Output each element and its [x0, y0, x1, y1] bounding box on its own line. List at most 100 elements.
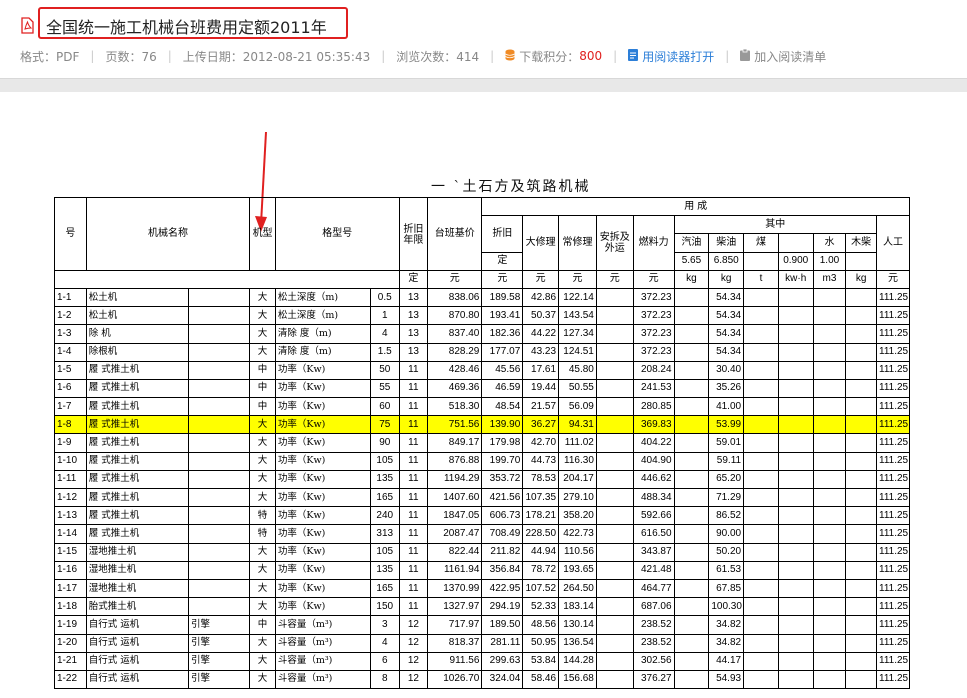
table-row: 1-7 履 式推土机 中功率（Kw) 60 11 518.30 48.54 21.57 56.0… [54, 397, 910, 417]
cell-machine-type: 大 [249, 324, 276, 344]
table-row: 1-2 松土机 大松土深度（m) 1 13 870.80 193.41 50.37 143.54… [54, 306, 910, 326]
cell-spec-label: 斗容量（m³) [274, 633, 371, 653]
cell-machine-name: 自行式 运机 [85, 633, 189, 653]
open-reader-link[interactable]: 用阅读器打开 [642, 48, 714, 65]
cell-firewood [845, 578, 878, 599]
table-header: 号 机械名称 机型 格型号 折旧年限 台班基价 用 成 折旧 大修理 常修理 安… [54, 196, 910, 289]
cell-fuel-cost: 238.52 [632, 615, 675, 635]
cell-machine-type: 中 [249, 360, 276, 380]
cell-regular-repair: 56.09 [558, 397, 597, 417]
cell-spec-value: 60 [369, 397, 400, 417]
cell-spec-value: 240 [369, 506, 400, 526]
cell-coal [743, 615, 779, 635]
separator: | [90, 49, 95, 63]
format-text: 格式：PDF [20, 49, 80, 64]
cell-spec-value: 4 [369, 633, 400, 653]
cell-row-number: 1-12 [54, 487, 87, 508]
cell-coal [743, 451, 779, 471]
cell-depreciation: 199.70 [481, 451, 524, 471]
cell-life-years: 11 [398, 415, 429, 435]
cell-machine-sub: 引擎 [187, 615, 251, 635]
cell-regular-repair: 94.31 [558, 415, 597, 435]
cell-water [812, 397, 847, 417]
cell-depreciation: 46.59 [481, 378, 524, 399]
cell-spec-label: 松土深度（m) [274, 287, 371, 308]
cell-labor: 111.25 [876, 451, 910, 471]
separator: | [167, 49, 172, 63]
cell-electric [777, 342, 814, 362]
cell-machine-type: 大 [249, 306, 276, 326]
cell-fuel-cost: 372.23 [632, 342, 675, 362]
cell-firewood [845, 342, 878, 362]
cell-spec-value: 90 [369, 433, 400, 453]
cell-fuel-cost: 372.23 [632, 306, 675, 326]
cell-diesel: 30.40 [708, 360, 745, 380]
cell-electric [777, 615, 814, 635]
cell-electric [777, 451, 814, 471]
cell-row-number: 1-15 [54, 542, 87, 562]
cell-spec-label: 功率（Kw) [274, 487, 371, 508]
cell-gasoline [673, 433, 710, 453]
cell-regular-repair: 156.68 [558, 669, 597, 690]
cell-fuel-cost: 464.77 [632, 578, 675, 599]
cell-spec-label: 斗容量（m³) [274, 651, 371, 671]
cell-water [812, 342, 847, 362]
price-gasoline: 5.65 [673, 251, 710, 271]
separator: | [381, 49, 386, 63]
cell-water [812, 560, 847, 580]
cell-machine-type: 大 [249, 669, 276, 690]
cell-diesel: 34.82 [708, 615, 745, 635]
cell-base-price: 2087.47 [427, 524, 483, 544]
cell-machine-name: 自行式 运机 [85, 651, 189, 671]
table-row: 1-17 湿地推土机 大功率（Kw) 165 11 1370.99 422.95 107.52… [54, 578, 910, 599]
cell-electric [777, 506, 814, 526]
cell-machine-type: 大 [249, 451, 276, 471]
cell-install-cost [595, 287, 634, 308]
cell-machine-sub [187, 397, 251, 417]
cell-install-cost [595, 633, 634, 653]
cell-coal [743, 360, 779, 380]
cell-install-cost [595, 669, 634, 690]
cell-machine-type: 中 [249, 378, 276, 399]
cell-install-cost [595, 451, 634, 471]
cell-machine-type: 大 [249, 597, 276, 617]
cell-major-repair: 21.57 [522, 397, 560, 417]
cell-row-number: 1-7 [54, 397, 87, 417]
cell-electric [777, 324, 814, 344]
unit-fuel: 元 [632, 269, 675, 289]
cell-labor: 111.25 [876, 560, 910, 580]
cell-machine-type: 大 [249, 287, 276, 308]
cell-install-cost [595, 487, 634, 508]
cell-firewood [845, 615, 878, 635]
cell-major-repair: 50.95 [522, 633, 560, 653]
cell-firewood [845, 397, 878, 417]
cell-machine-sub [187, 487, 251, 508]
cell-firewood [845, 433, 878, 453]
cell-gasoline [673, 524, 710, 544]
add-reading-list-link[interactable]: 加入阅读清单 [754, 48, 826, 65]
points-value: 800 [579, 49, 603, 63]
cell-electric [777, 287, 814, 308]
cell-labor: 111.25 [876, 287, 910, 308]
cell-labor: 111.25 [876, 669, 910, 690]
cell-electric [777, 560, 814, 580]
separator: | [613, 49, 618, 63]
cell-major-repair: 44.94 [522, 542, 560, 562]
cell-diesel: 65.20 [708, 469, 745, 490]
cell-base-price: 911.56 [427, 651, 483, 671]
cell-depreciation: 421.56 [481, 487, 524, 508]
cell-spec-value: 55 [369, 378, 400, 399]
cell-water [812, 487, 847, 508]
cell-machine-sub [187, 415, 251, 435]
cell-spec-label: 功率（Kw) [274, 578, 371, 599]
cell-major-repair: 178.21 [522, 506, 560, 526]
price-electric: 0.900 [777, 251, 814, 271]
cell-machine-type: 特 [249, 524, 276, 544]
cell-spec-label: 清除 度（m) [274, 342, 371, 362]
cell-coal [743, 433, 779, 453]
cell-diesel: 100.30 [708, 597, 745, 617]
cell-base-price: 1161.94 [427, 560, 483, 580]
cell-gasoline [673, 542, 710, 562]
cell-machine-name: 履 式推土机 [85, 378, 189, 399]
cell-major-repair: 58.46 [522, 669, 560, 690]
